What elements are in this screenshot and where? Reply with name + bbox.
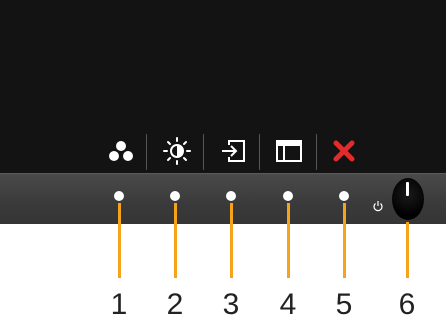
power-button[interactable] (392, 178, 424, 220)
callout-number-3: 3 (222, 288, 240, 321)
menu-button[interactable] (264, 130, 314, 172)
callout-number-6: 6 (398, 288, 416, 321)
menu-icon (276, 140, 302, 162)
front-button-4[interactable] (283, 191, 293, 201)
front-button-3[interactable] (226, 191, 236, 201)
brightness-contrast-icon (163, 137, 191, 165)
brightness-contrast-button[interactable] (152, 130, 202, 172)
callout-number-2: 2 (166, 288, 184, 321)
exit-button[interactable] (319, 130, 369, 172)
separator (316, 134, 317, 170)
bezel-button-bar (0, 173, 446, 224)
leader-line (174, 203, 177, 278)
power-indicator (406, 182, 409, 196)
leader-line (406, 222, 409, 278)
front-button-2[interactable] (170, 191, 180, 201)
leader-line (118, 203, 121, 278)
leader-line (230, 203, 233, 278)
callout-number-1: 1 (110, 288, 128, 321)
separator (203, 134, 204, 170)
preset-modes-icon (109, 141, 133, 161)
leader-line (287, 203, 290, 278)
leader-line (343, 203, 346, 278)
callout-number-4: 4 (279, 288, 297, 321)
exit-icon (333, 140, 355, 162)
preset-modes-button[interactable] (96, 130, 146, 172)
separator (259, 134, 260, 170)
input-source-button[interactable] (208, 130, 258, 172)
callout-number-5: 5 (335, 288, 353, 321)
input-source-icon (222, 140, 245, 162)
power-icon (373, 201, 383, 212)
separator (146, 134, 147, 170)
front-button-5[interactable] (339, 191, 349, 201)
front-button-1[interactable] (114, 191, 124, 201)
